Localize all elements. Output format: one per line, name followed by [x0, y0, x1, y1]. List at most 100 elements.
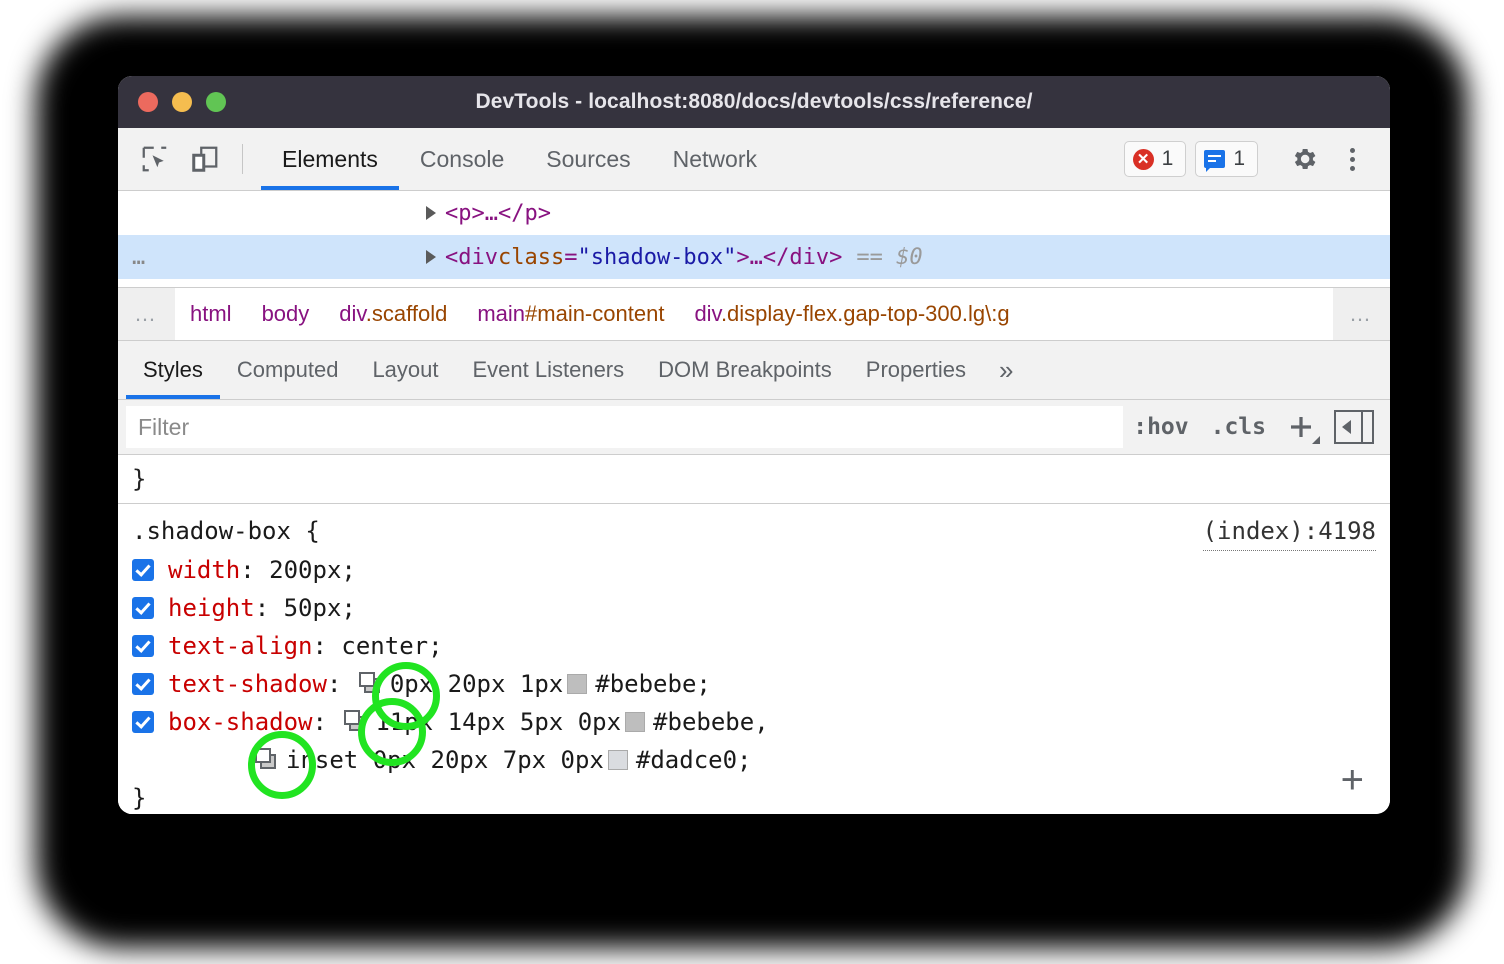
expand-twisty-icon[interactable]: [426, 250, 436, 264]
breadcrumb-tag: div: [694, 301, 721, 326]
declaration-enable-checkbox[interactable]: [132, 711, 154, 733]
declaration-value-color[interactable]: #bebebe;: [595, 665, 711, 703]
error-icon: ✕: [1133, 149, 1154, 170]
toolbar-divider: [242, 144, 243, 174]
declaration-enable-checkbox[interactable]: [132, 559, 154, 581]
expand-twisty-icon[interactable]: [426, 206, 436, 220]
error-count-label: 1: [1162, 147, 1174, 171]
rule-source-link[interactable]: (index):4198: [1203, 512, 1376, 551]
declaration-value[interactable]: center;: [341, 627, 442, 665]
declaration-box-shadow[interactable]: box-shadow: 11px 14px 5px 0px #bebebe,: [118, 703, 1390, 741]
device-toolbar-icon[interactable]: [180, 128, 230, 190]
toggle-sidebar-icon[interactable]: [1334, 410, 1374, 444]
breadcrumb-class: #main-content: [525, 301, 664, 326]
rule-closing-brace: }: [118, 779, 1390, 814]
dom-attr-name[interactable]: class: [498, 245, 564, 270]
panel-tabs: Elements Console Sources Network: [261, 128, 778, 190]
declaration-enable-checkbox[interactable]: [132, 673, 154, 695]
toolbar-right-group: ✕ 1 1: [1124, 128, 1390, 190]
declaration-value[interactable]: 50px;: [284, 589, 356, 627]
declaration-width[interactable]: width: 200px;: [118, 551, 1390, 589]
tab-event-listeners-label: Event Listeners: [473, 357, 625, 383]
rule-selector[interactable]: .shadow-box {: [132, 512, 320, 550]
shadow-editor-icon[interactable]: [255, 748, 281, 772]
dom-console-ref: == $0: [856, 245, 922, 270]
tab-layout[interactable]: Layout: [355, 341, 455, 399]
add-declaration-button[interactable]: +: [1341, 760, 1364, 800]
declaration-value-offsets[interactable]: 11px 14px 5px 0px: [375, 703, 621, 741]
declaration-value[interactable]: 200px;: [269, 551, 356, 589]
gear-icon[interactable]: [1280, 144, 1328, 174]
declaration-property[interactable]: width: [168, 551, 240, 589]
breadcrumb-tag: div: [339, 301, 366, 326]
tab-elements[interactable]: Elements: [261, 128, 399, 190]
color-swatch[interactable]: [608, 750, 628, 770]
error-count-badge[interactable]: ✕ 1: [1124, 141, 1187, 177]
color-swatch[interactable]: [567, 674, 587, 694]
tab-event-listeners[interactable]: Event Listeners: [456, 341, 642, 399]
styles-filter-row: :hov .cls: [118, 400, 1390, 455]
dom-row-shadow-box[interactable]: … <div class = "shadow-box" >…</div> == …: [118, 235, 1390, 279]
dom-tree: <p>…</p> … <div class = "shadow-box" >…<…: [118, 191, 1390, 287]
tab-properties[interactable]: Properties: [849, 341, 983, 399]
declaration-text-shadow[interactable]: text-shadow: 0px 20px 1px #bebebe;: [118, 665, 1390, 703]
declaration-height[interactable]: height: 50px;: [118, 589, 1390, 627]
toggle-element-state-button[interactable]: :hov: [1123, 414, 1198, 440]
pane-tabs-overflow-icon[interactable]: »: [983, 341, 1029, 399]
breadcrumb-tag: html: [190, 301, 232, 326]
breadcrumb-item-main-content[interactable]: main#main-content: [462, 301, 679, 327]
new-style-rule-button[interactable]: [1278, 405, 1324, 449]
dom-row-overflow-ellipsis[interactable]: …: [132, 245, 147, 270]
breadcrumb-overflow-right[interactable]: …: [1333, 288, 1390, 340]
color-swatch[interactable]: [625, 712, 645, 732]
previous-rule-closing-brace: }: [118, 455, 1390, 504]
declaration-value-offsets[interactable]: inset 0px 20px 7px 0px: [286, 741, 604, 779]
shadow-editor-icon[interactable]: [359, 672, 385, 696]
declaration-property[interactable]: height: [168, 589, 255, 627]
tab-computed-label: Computed: [237, 357, 339, 383]
tab-console[interactable]: Console: [399, 128, 525, 190]
filter-input[interactable]: [126, 406, 1123, 448]
declaration-value-color[interactable]: #dadce0;: [636, 741, 752, 779]
tab-layout-label: Layout: [372, 357, 438, 383]
minimize-window-button[interactable]: [172, 92, 192, 112]
breadcrumb-tag: body: [262, 301, 310, 326]
tab-styles[interactable]: Styles: [126, 341, 220, 399]
devtools-window: DevTools - localhost:8080/docs/devtools/…: [118, 76, 1390, 814]
declaration-enable-checkbox[interactable]: [132, 635, 154, 657]
declaration-enable-checkbox[interactable]: [132, 597, 154, 619]
kebab-menu-icon[interactable]: [1328, 148, 1376, 171]
declaration-property[interactable]: text-align: [168, 627, 313, 665]
shadow-editor-icon[interactable]: [344, 710, 370, 734]
breadcrumb-item-body[interactable]: body: [247, 301, 325, 327]
declaration-box-shadow-second-value[interactable]: inset 0px 20px 7px 0px #dadce0;: [118, 741, 1390, 779]
breadcrumb-item-html[interactable]: html: [175, 301, 247, 327]
maximize-window-button[interactable]: [206, 92, 226, 112]
declaration-property[interactable]: box-shadow: [168, 703, 313, 741]
tab-network-label: Network: [673, 146, 757, 173]
tab-computed[interactable]: Computed: [220, 341, 356, 399]
tab-network[interactable]: Network: [652, 128, 778, 190]
breadcrumb: … html body div.scaffold main#main-conte…: [118, 287, 1390, 341]
element-classes-button[interactable]: .cls: [1201, 414, 1276, 440]
devtools-toolbar: Elements Console Sources Network ✕ 1 1: [118, 128, 1390, 191]
dom-row-p-label: <p>…</p>: [445, 201, 551, 226]
inspect-element-icon[interactable]: [130, 128, 180, 190]
dom-row-p[interactable]: <p>…</p>: [118, 191, 1390, 235]
message-icon: [1204, 150, 1225, 168]
tab-dom-breakpoints[interactable]: DOM Breakpoints: [641, 341, 849, 399]
breadcrumb-overflow-left[interactable]: …: [118, 288, 175, 340]
breadcrumb-class: .scaffold: [366, 301, 448, 326]
new-style-rule-dropdown-icon[interactable]: [1312, 436, 1320, 444]
declaration-value-color[interactable]: #bebebe,: [653, 703, 769, 741]
declaration-property[interactable]: text-shadow: [168, 665, 327, 703]
message-count-badge[interactable]: 1: [1195, 141, 1258, 177]
breadcrumb-item-div-display-flex[interactable]: div.display-flex.gap-top-300.lg\:g: [679, 301, 1024, 327]
close-window-button[interactable]: [138, 92, 158, 112]
dom-attr-value[interactable]: "shadow-box": [577, 245, 736, 270]
declaration-text-align[interactable]: text-align: center;: [118, 627, 1390, 665]
window-title: DevTools - localhost:8080/docs/devtools/…: [118, 90, 1390, 114]
tab-sources[interactable]: Sources: [525, 128, 651, 190]
breadcrumb-item-div-scaffold[interactable]: div.scaffold: [324, 301, 462, 327]
declaration-value-offsets[interactable]: 0px 20px 1px: [390, 665, 563, 703]
